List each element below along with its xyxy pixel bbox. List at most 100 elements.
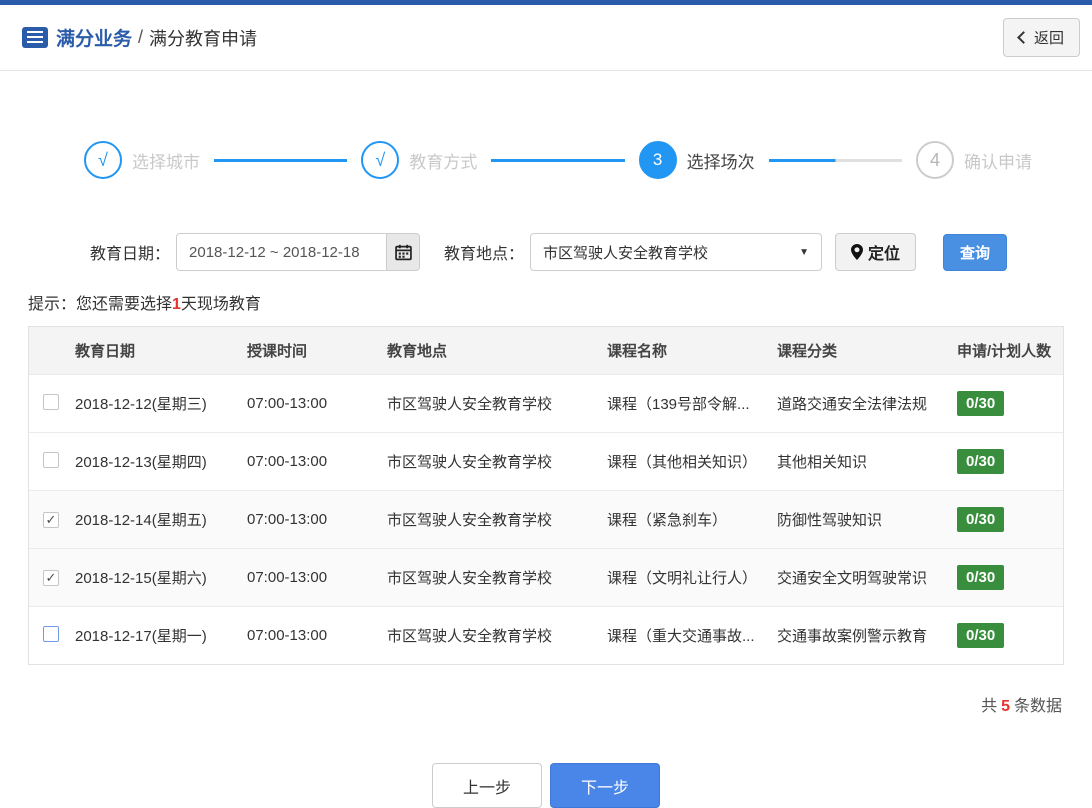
table-row[interactable]: ✓ 2018-12-15(星期六) 07:00-13:00 市区驾驶人安全教育学… xyxy=(29,548,1063,607)
step-3-number: 3 xyxy=(638,141,677,179)
calendar-icon[interactable] xyxy=(386,233,421,271)
table-body: ✓ 2018-12-12(星期三) 07:00-13:00 市区驾驶人安全教育学… xyxy=(29,374,1063,664)
column-header-course: 课程名称 xyxy=(607,343,668,360)
session-table: 教育日期 授课时间 教育地点 课程名称 课程分类 申请/计划人数 ✓ 2018-… xyxy=(28,326,1064,665)
header-checkbox-spacer xyxy=(29,327,67,375)
cell-course-name: 课程（其他相关知识） xyxy=(599,432,769,491)
location-select-value: 市区驾驶人安全教育学校 xyxy=(543,244,709,262)
table-row[interactable]: ✓ 2018-12-13(星期四) 07:00-13:00 市区驾驶人安全教育学… xyxy=(29,432,1063,491)
cell-class-time: 07:00-13:00 xyxy=(239,490,379,549)
capacity-badge: 0/30 xyxy=(957,391,1005,416)
page-title: 满分教育申请 xyxy=(149,28,258,49)
cell-education-date: 2018-12-14(星期五) xyxy=(67,490,239,549)
column-header-location: 教育地点 xyxy=(387,343,448,360)
page-header: 满分业务 / 满分教育申请 返回 xyxy=(0,5,1092,71)
capacity-badge: 0/30 xyxy=(957,565,1005,590)
cell-education-location: 市区驾驶人安全教育学校 xyxy=(379,432,599,491)
cell-course-name: 课程（139号部令解... xyxy=(599,374,769,433)
column-header-category: 课程分类 xyxy=(777,343,838,360)
cell-class-time: 07:00-13:00 xyxy=(239,606,379,664)
list-icon xyxy=(22,27,48,48)
row-checkbox[interactable]: ✓ xyxy=(43,625,59,642)
row-checkbox[interactable]: ✓ xyxy=(43,393,59,410)
column-header-capacity: 申请/计划人数 xyxy=(957,343,1052,360)
locate-button[interactable]: 定位 xyxy=(835,233,917,271)
hint-suffix: 天现场教育 xyxy=(180,296,261,313)
row-checkbox[interactable]: ✓ xyxy=(43,451,59,468)
row-checkbox[interactable]: ✓ xyxy=(43,511,59,528)
table-row[interactable]: ✓ 2018-12-17(星期一) 07:00-13:00 市区驾驶人安全教育学… xyxy=(29,606,1063,664)
record-count-prefix: 共 xyxy=(981,698,998,715)
cell-education-date: 2018-12-17(星期一) xyxy=(67,606,239,664)
location-select[interactable]: 市区驾驶人安全教育学校 ▼ xyxy=(530,233,823,271)
search-button[interactable]: 查询 xyxy=(943,233,1008,271)
previous-step-button[interactable]: 上一步 xyxy=(432,763,542,808)
step-2-label: 教育方式 xyxy=(409,152,478,172)
location-pin-icon xyxy=(851,244,864,260)
hint-prefix: 提示：您还需要选择 xyxy=(28,296,173,313)
cell-education-location: 市区驾驶人安全教育学校 xyxy=(379,548,599,607)
step-4-label: 确认申请 xyxy=(963,152,1032,172)
cell-class-time: 07:00-13:00 xyxy=(239,374,379,433)
capacity-badge: 0/30 xyxy=(957,507,1005,532)
step-confirm-apply: 4 确认申请 xyxy=(915,141,1032,179)
cell-course-name: 课程（紧急刹车） xyxy=(599,490,769,549)
step-4-number: 4 xyxy=(915,141,954,179)
cell-education-location: 市区驾驶人安全教育学校 xyxy=(379,490,599,549)
cell-education-date: 2018-12-13(星期四) xyxy=(67,432,239,491)
record-count-suffix: 条数据 xyxy=(1013,698,1062,715)
back-button[interactable]: 返回 xyxy=(1002,18,1080,57)
cell-education-date: 2018-12-15(星期六) xyxy=(67,548,239,607)
capacity-badge: 0/30 xyxy=(957,449,1005,474)
hint-text: 提示：您还需要选择1天现场教育 xyxy=(28,290,1092,314)
wizard-actions: 上一步 下一步 xyxy=(0,763,1092,808)
step-1-check-icon: √ xyxy=(84,141,122,179)
table-row[interactable]: ✓ 2018-12-14(星期五) 07:00-13:00 市区驾驶人安全教育学… xyxy=(29,490,1063,549)
cell-course-name: 课程（文明礼让行人） xyxy=(599,548,769,607)
hint-days-remaining: 1 xyxy=(172,296,181,313)
cell-course-category: 道路交通安全法律法规 xyxy=(769,374,949,433)
locate-button-label: 定位 xyxy=(868,246,901,263)
check-icon: ✓ xyxy=(45,570,57,585)
breadcrumb-section: 满分业务 xyxy=(56,29,133,50)
chevron-down-icon: ▼ xyxy=(799,246,810,258)
check-icon: ✓ xyxy=(45,512,57,527)
education-location-label: 教育地点： xyxy=(444,246,525,263)
cell-course-category: 交通事故案例警示教育 xyxy=(769,606,949,664)
record-count-number: 5 xyxy=(1001,698,1010,715)
education-date-label: 教育日期： xyxy=(90,246,171,263)
chevron-left-icon xyxy=(1017,31,1030,44)
breadcrumb-separator: / xyxy=(138,27,144,47)
step-education-mode: √ 教育方式 xyxy=(361,141,477,179)
cell-education-location: 市区驾驶人安全教育学校 xyxy=(379,606,599,664)
step-connector-2 xyxy=(491,158,625,162)
next-step-button[interactable]: 下一步 xyxy=(550,763,660,808)
step-connector-1 xyxy=(214,158,348,162)
table-row[interactable]: ✓ 2018-12-12(星期三) 07:00-13:00 市区驾驶人安全教育学… xyxy=(29,374,1063,433)
step-connector-3 xyxy=(768,158,902,162)
capacity-badge: 0/30 xyxy=(957,623,1005,648)
step-2-check-icon: √ xyxy=(361,141,400,179)
table-header-row: 教育日期 授课时间 教育地点 课程名称 课程分类 申请/计划人数 xyxy=(29,327,1063,375)
cell-education-date: 2018-12-12(星期三) xyxy=(67,374,239,433)
record-count: 共 5 条数据 xyxy=(0,692,1062,716)
cell-class-time: 07:00-13:00 xyxy=(239,548,379,607)
filter-bar: 教育日期： 教育地点： 市区驾驶人安全教育学校 ▼ 定位 查询 xyxy=(90,233,1092,271)
column-header-date: 教育日期 xyxy=(75,343,136,360)
row-checkbox[interactable]: ✓ xyxy=(43,569,59,586)
cell-class-time: 07:00-13:00 xyxy=(239,432,379,491)
cell-course-category: 其他相关知识 xyxy=(769,432,949,491)
step-3-label: 选择场次 xyxy=(686,152,755,172)
step-1-label: 选择城市 xyxy=(132,152,200,172)
step-select-session: 3 选择场次 xyxy=(638,141,755,179)
column-header-time: 授课时间 xyxy=(247,343,308,360)
cell-course-category: 交通安全文明驾驶常识 xyxy=(769,548,949,607)
back-button-label: 返回 xyxy=(1033,30,1064,47)
date-range-group xyxy=(176,233,421,271)
date-range-input[interactable] xyxy=(176,233,387,271)
cell-education-location: 市区驾驶人安全教育学校 xyxy=(379,374,599,433)
stepper: √ 选择城市 √ 教育方式 3 选择场次 4 确认申请 xyxy=(84,141,1032,179)
cell-course-category: 防御性驾驶知识 xyxy=(769,490,949,549)
step-select-city: √ 选择城市 xyxy=(84,141,200,179)
cell-course-name: 课程（重大交通事故... xyxy=(599,606,769,664)
